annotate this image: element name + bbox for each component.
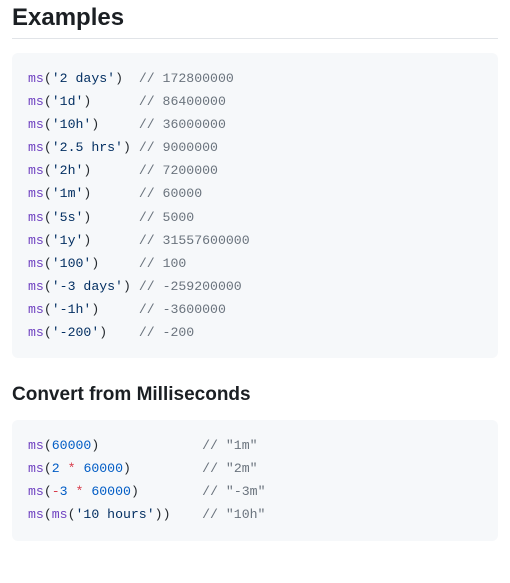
code-block-examples: ms('2 days') // 172800000ms('1d') // 864…	[12, 53, 498, 358]
code-line: ms('2.5 hrs') // 9000000	[28, 136, 482, 159]
code-line: ms('1d') // 86400000	[28, 90, 482, 113]
code-line: ms('10h') // 36000000	[28, 113, 482, 136]
heading-examples: Examples	[12, 4, 498, 39]
code-line: ms('5s') // 5000	[28, 206, 482, 229]
code-line: ms('1m') // 60000	[28, 182, 482, 205]
code-line: ms(-3 * 60000) // "-3m"	[28, 480, 482, 503]
code-block-convert: ms(60000) // "1m"ms(2 * 60000) // "2m"ms…	[12, 420, 498, 540]
code-line: ms('100') // 100	[28, 252, 482, 275]
code-line: ms(ms('10 hours')) // "10h"	[28, 503, 482, 526]
code-line: ms('-3 days') // -259200000	[28, 275, 482, 298]
code-line: ms(60000) // "1m"	[28, 434, 482, 457]
code-line: ms('-200') // -200	[28, 321, 482, 344]
heading-convert-from-ms: Convert from Milliseconds	[12, 384, 498, 406]
code-line: ms('-1h') // -3600000	[28, 298, 482, 321]
code-line: ms('1y') // 31557600000	[28, 229, 482, 252]
code-line: ms('2h') // 7200000	[28, 159, 482, 182]
code-line: ms('2 days') // 172800000	[28, 67, 482, 90]
code-line: ms(2 * 60000) // "2m"	[28, 457, 482, 480]
